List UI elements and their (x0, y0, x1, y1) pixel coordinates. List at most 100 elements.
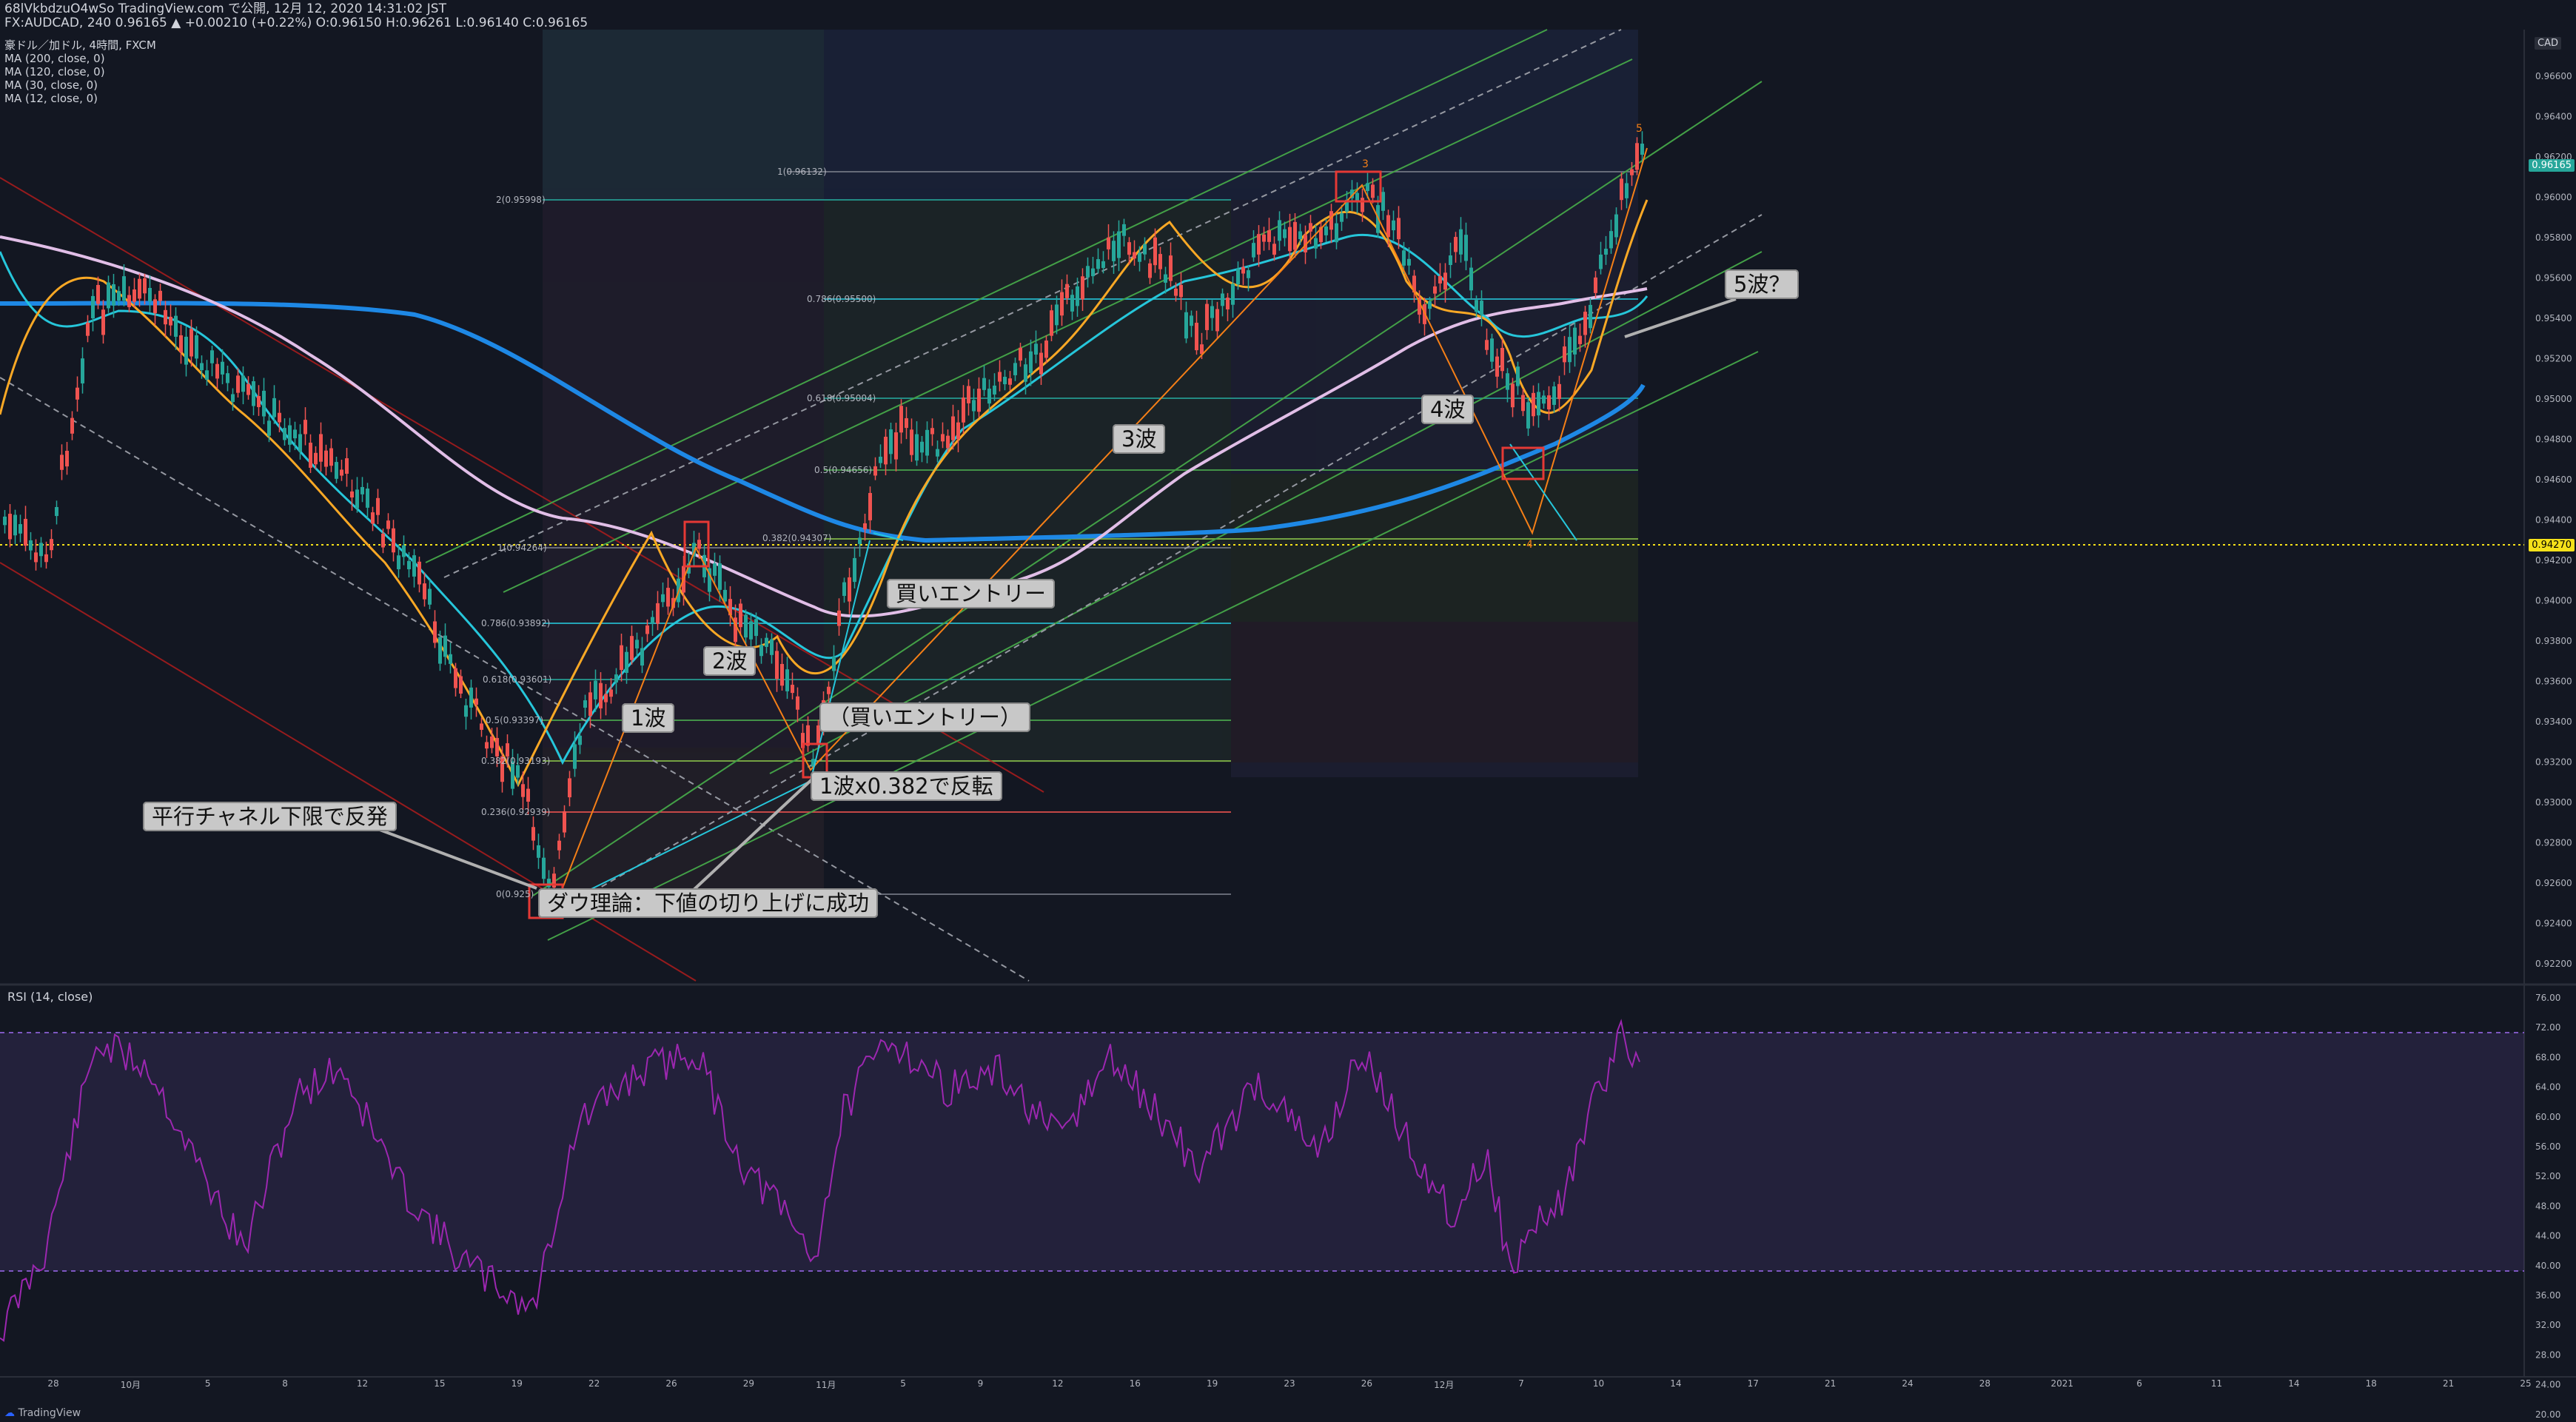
candle (76, 387, 79, 400)
candle (371, 512, 375, 524)
annotation-buy-entry-paren[interactable]: （買いエントリー） (819, 702, 1031, 732)
candle (402, 545, 406, 557)
candle (65, 450, 69, 467)
ma12-legend[interactable]: MA (12, close, 0) (4, 92, 98, 105)
fib-zone-2[interactable] (824, 30, 1638, 777)
price-axis[interactable]: 0.966000.964000.962000.960000.958000.956… (2535, 71, 2572, 969)
wave-mark-5: 5 (1636, 123, 1643, 135)
candle (1557, 383, 1561, 400)
candle (791, 685, 794, 694)
candle (1386, 215, 1390, 238)
candle (537, 845, 540, 858)
candle (941, 434, 945, 442)
candle (1563, 346, 1566, 363)
candle (635, 640, 639, 648)
candle (1019, 347, 1022, 361)
annotation-reversal[interactable]: 1波x0.382で反転 (811, 771, 1002, 801)
time-tick: 29 (742, 1378, 755, 1389)
ma200-legend[interactable]: MA (200, close, 0) (4, 52, 105, 65)
candle (464, 705, 468, 717)
annotation-wave5[interactable]: 5波？ (1725, 269, 1799, 299)
candle (899, 406, 903, 433)
fib-label: 0.618(0.95004) (807, 393, 876, 403)
candle (1532, 392, 1535, 417)
candle (967, 386, 970, 403)
candle (848, 577, 851, 602)
candle (278, 412, 281, 423)
candle (60, 455, 64, 470)
annotation-buy-entry[interactable]: 買いエントリー (887, 579, 1056, 608)
candle (24, 518, 27, 546)
fib-label: 0(0.925) (496, 889, 534, 899)
candle (267, 420, 271, 436)
candle (133, 289, 136, 302)
candle (666, 588, 670, 607)
annotation-wave2[interactable]: 2波 (703, 646, 757, 676)
candle (158, 290, 162, 301)
candle (1485, 340, 1489, 350)
price-tick: 0.96000 (2535, 192, 2572, 203)
candle (1122, 224, 1126, 236)
annotation-dow-theory[interactable]: ダウ理論：下値の切り上げに成功 (538, 888, 879, 918)
candle (531, 827, 535, 841)
candle (842, 582, 846, 597)
candle (433, 621, 437, 643)
candle (1210, 306, 1214, 318)
candle (107, 282, 110, 309)
candle (588, 692, 592, 717)
rsi-legend[interactable]: RSI (14, close) (7, 990, 93, 1004)
candle (1039, 352, 1043, 375)
price-tick: 0.93200 (2535, 757, 2572, 768)
candle (723, 589, 727, 602)
candle (1329, 211, 1333, 230)
time-tick: 6 (2136, 1378, 2142, 1389)
fib-zone-1[interactable] (543, 30, 824, 896)
candle (614, 674, 618, 683)
candle (189, 329, 193, 357)
candle (526, 788, 530, 802)
candle (335, 462, 338, 479)
annotation-parallel-channel[interactable]: 平行チャネル下限で反発 (143, 802, 397, 831)
time-tick: 26 (1361, 1378, 1373, 1389)
publish-info: 68lVkbdzuO4wSo TradingView.com で公開, 12月 … (4, 1, 446, 16)
price-tick: 0.92600 (2535, 878, 2572, 888)
candle (417, 561, 421, 585)
candle (298, 434, 302, 452)
candle (1314, 238, 1318, 249)
candle (164, 309, 167, 325)
annotation-wave4[interactable]: 4波 (1421, 395, 1475, 424)
ma30-legend[interactable]: MA (30, close, 0) (4, 78, 98, 92)
candle (174, 315, 178, 337)
annotation-wave1[interactable]: 1波 (622, 703, 675, 733)
time-tick: 22 (588, 1378, 600, 1389)
annotation-wave3[interactable]: 3波 (1113, 424, 1166, 454)
candle (583, 700, 587, 708)
candle (1526, 402, 1530, 429)
candle (609, 689, 613, 697)
tradingview-logo[interactable]: ☁ TradingView (4, 1407, 81, 1419)
currency-tag[interactable]: CAD (2535, 37, 2561, 50)
candle (1236, 269, 1240, 285)
candle (1459, 229, 1463, 255)
candle (780, 663, 784, 686)
chart-canvas[interactable]: 3 4 5 0.966000.964000.962000.960000.9580… (0, 0, 2576, 1422)
fib-label: 0.5(0.93397) (486, 715, 544, 725)
rsi-axis[interactable]: 76.00 72.00 68.00 64.00 60.00 56.00 52.00 48.00… (2535, 993, 2560, 1422)
ma120-legend[interactable]: MA (120, close, 0) (4, 65, 105, 78)
candle (1407, 258, 1411, 266)
candle (1620, 178, 1623, 201)
candle (1112, 241, 1116, 261)
candle (236, 375, 240, 393)
candle (656, 603, 660, 624)
candle (272, 398, 276, 417)
candle (127, 295, 131, 307)
candle (599, 683, 603, 708)
candle (205, 370, 209, 380)
candle (1547, 395, 1551, 410)
time-tick: 12 (356, 1378, 369, 1389)
candle (1044, 341, 1048, 358)
time-tick: 21 (1824, 1378, 1837, 1389)
candle (303, 420, 307, 435)
candle (1500, 348, 1504, 372)
candle (112, 284, 115, 306)
